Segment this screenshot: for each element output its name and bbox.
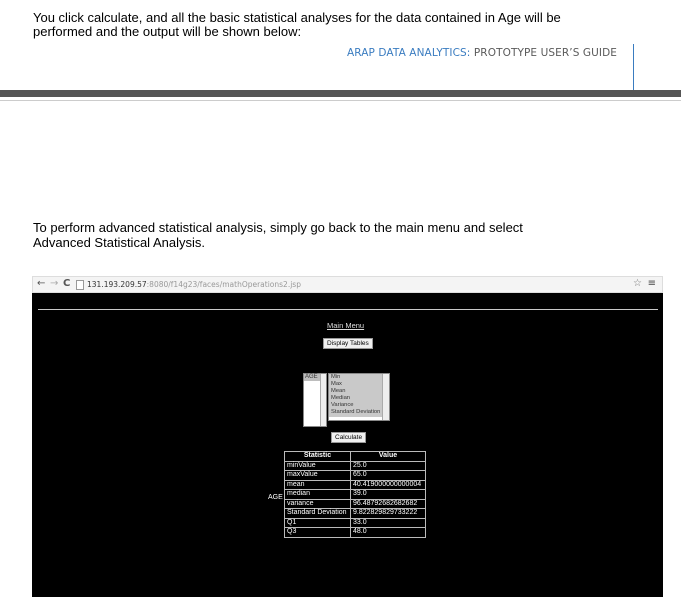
page-separator-line — [0, 100, 681, 101]
statistic-cell: mean — [284, 479, 351, 490]
stat-option-min[interactable]: Min — [329, 374, 389, 382]
calculate-button[interactable]: Calculate — [331, 432, 367, 443]
value-cell: 96.48792682682682 — [350, 498, 426, 509]
url-path: :8080/f14g23/faces/mathOperations2.jsp — [146, 280, 301, 289]
bookmark-star-icon[interactable]: ☆ — [633, 278, 642, 289]
table-row: minValue 25.0 — [284, 460, 426, 471]
table-row: Q3 48.0 — [284, 527, 426, 538]
intro-text-line2: performed and the output will be shown b… — [33, 24, 302, 39]
main-menu-link[interactable]: Main Menu — [327, 321, 364, 330]
column-list-scrollbar[interactable] — [320, 374, 326, 426]
stat-option-variance[interactable]: Variance — [329, 402, 389, 410]
stat-option-median[interactable]: Median — [329, 395, 389, 403]
table-row: maxValue 65.0 — [284, 470, 426, 481]
statistic-cell: maxValue — [284, 470, 351, 481]
stat-list-scrollbar[interactable] — [382, 374, 389, 420]
guide-header-title: PROTOTYPE USER’S GUIDE — [470, 47, 618, 59]
value-cell: 48.0 — [350, 527, 426, 538]
stat-option-standard-deviation[interactable]: Standard Deviation — [329, 409, 389, 417]
browser-toolbar: ← → C 131.193.209.57:8080/f14g23/faces/m… — [32, 276, 663, 293]
app-viewport: Main Menu Display Tables AGE Min Max Mea… — [32, 293, 663, 597]
header-divider — [633, 44, 634, 90]
display-tables-button[interactable]: Display Tables — [323, 338, 373, 349]
header-value: Value — [350, 451, 426, 462]
value-cell: 33.0 — [350, 517, 426, 528]
table-row: variance 96.48792682682682 — [284, 498, 426, 509]
advanced-text-line2: Advanced Statistical Analysis. — [33, 235, 205, 250]
stat-option-mean[interactable]: Mean — [329, 388, 389, 396]
address-bar[interactable]: 131.193.209.57:8080/f14g23/faces/mathOpe… — [87, 280, 301, 289]
table-row: Standard Deviation 9.822829829733222 — [284, 508, 426, 519]
statistic-cell: median — [284, 489, 351, 500]
results-table: Statistic Value minValue 25.0 maxValue 65.… — [284, 451, 426, 538]
page-icon — [76, 280, 84, 290]
value-cell: 65.0 — [350, 470, 426, 481]
table-row: median 39.0 — [284, 489, 426, 500]
reload-icon[interactable]: C — [63, 278, 70, 289]
column-select-list[interactable]: AGE — [303, 373, 327, 427]
table-row: Q1 33.0 — [284, 517, 426, 528]
value-cell: 9.822829829733222 — [350, 508, 426, 519]
advanced-text-line1: To perform advanced statistical analysis… — [33, 220, 523, 235]
intro-text-line1: You click calculate, and all the basic s… — [33, 10, 561, 25]
back-arrow-icon[interactable]: ← — [37, 278, 45, 289]
guide-header-accent: ARAP DATA ANALYTICS: — [347, 47, 471, 59]
value-cell: 39.0 — [350, 489, 426, 500]
forward-arrow-icon[interactable]: → — [50, 278, 58, 289]
statistic-cell: Q1 — [284, 517, 351, 528]
guide-header: ARAP DATA ANALYTICS: PROTOTYPE USER’S GU… — [347, 47, 617, 59]
url-host: 131.193.209.57 — [87, 280, 147, 289]
statistic-cell: minValue — [284, 460, 351, 471]
browser-menu-icon[interactable]: ≡ — [648, 278, 656, 289]
result-row-label: AGE — [268, 494, 283, 501]
value-cell: 40.419000000000004 — [350, 479, 426, 490]
app-divider — [38, 309, 658, 310]
statistics-select-list[interactable]: Min Max Mean Median Variance Standard De… — [328, 373, 390, 421]
header-statistic: Statistic — [284, 451, 351, 462]
statistic-cell: Q3 — [284, 527, 351, 538]
stat-option-max[interactable]: Max — [329, 381, 389, 389]
statistic-cell: Standard Deviation — [284, 508, 351, 519]
statistic-cell: variance — [284, 498, 351, 509]
table-row: mean 40.419000000000004 — [284, 479, 426, 490]
value-cell: 25.0 — [350, 460, 426, 471]
page-separator-bar — [0, 90, 681, 97]
results-header-row: Statistic Value — [284, 451, 426, 462]
